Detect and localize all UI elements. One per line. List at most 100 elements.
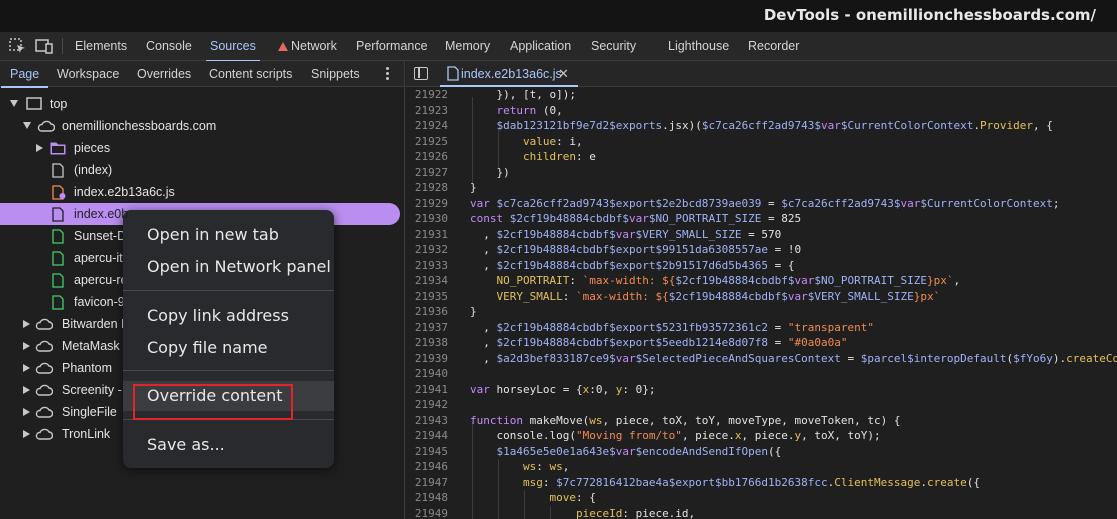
tab-lighthouse[interactable]: Lighthouse [668, 32, 729, 61]
code-text: move: { [549, 491, 596, 504]
code-line: 21924 $dab123121bf9e7d2$exports.jsx)($c7… [406, 118, 1117, 134]
tab-performance[interactable]: Performance [356, 32, 428, 61]
tree-item-folder[interactable]: pieces [0, 137, 404, 159]
line-number[interactable]: 21945 [406, 444, 448, 460]
js-file-icon [447, 66, 459, 81]
expand-arrow-icon[interactable] [23, 364, 30, 372]
font-file-icon [52, 273, 64, 288]
menu-item-open-new-tab[interactable]: Open in new tab [123, 220, 334, 250]
code-view[interactable]: 21922 }), [t, o]); 21923 return (0, 21924 … [406, 87, 1117, 519]
tree-item-label: SingleFile [62, 405, 117, 419]
line-number[interactable]: 21925 [406, 134, 448, 150]
expand-arrow-icon[interactable] [23, 320, 30, 328]
line-number[interactable]: 21946 [406, 459, 448, 475]
tab-network-label: Network [291, 39, 337, 53]
code-editor-pane: index.e2b13a6c.js ✕ 21922 }), [t, o]); 21… [406, 61, 1117, 519]
line-number[interactable]: 21926 [406, 149, 448, 165]
line-number[interactable]: 21923 [406, 103, 448, 119]
window-titlebar: DevTools - onemillionchessboards.com/ [0, 0, 1117, 32]
js-file-icon [52, 185, 66, 200]
line-number[interactable]: 21944 [406, 428, 448, 444]
menu-item-copy-link-address[interactable]: Copy link address [123, 301, 334, 331]
tab-overrides[interactable]: Overrides [137, 61, 191, 87]
line-number[interactable]: 21922 [406, 87, 448, 103]
tab-security[interactable]: Security [591, 32, 636, 61]
tab-memory[interactable]: Memory [445, 32, 490, 61]
code-text: ws: ws, [522, 460, 570, 473]
expand-arrow-icon[interactable] [23, 408, 30, 416]
cloud-icon [35, 362, 53, 374]
line-number[interactable]: 21947 [406, 475, 448, 491]
line-number[interactable]: 21949 [406, 506, 448, 519]
line-number[interactable]: 21943 [406, 413, 448, 429]
tree-item-label: apercu-it [74, 251, 123, 265]
code-line: 21933 , $2cf19b48884cbdbf$export$2b91517… [406, 258, 1117, 274]
tab-elements[interactable]: Elements [75, 32, 127, 61]
expand-arrow-icon[interactable] [36, 144, 43, 152]
expand-arrow-icon[interactable] [23, 342, 30, 350]
code-line: 21937 , $2cf19b48884cbdbf$export$5231fb9… [406, 320, 1117, 336]
menu-item-open-network-panel[interactable]: Open in Network panel [123, 252, 334, 282]
cloud-icon [35, 340, 53, 352]
line-number[interactable]: 21938 [406, 335, 448, 351]
line-number[interactable]: 21924 [406, 118, 448, 134]
line-number[interactable]: 21940 [406, 366, 448, 382]
toggle-navigator-icon[interactable] [414, 67, 428, 80]
line-number[interactable]: 21941 [406, 382, 448, 398]
code-text: $1a465e5e0e1a643e$var$encodeAndSendIfOpe… [496, 444, 782, 458]
code-line: 21931 , $2cf19b48884cbdbf$var$VERY_SMALL… [406, 227, 1117, 243]
line-number[interactable]: 21928 [406, 180, 448, 196]
tab-console[interactable]: Console [146, 32, 192, 61]
device-toolbar-icon[interactable] [35, 38, 53, 54]
tab-application[interactable]: Application [510, 32, 571, 61]
menu-item-copy-file-name[interactable]: Copy file name [123, 333, 334, 363]
tree-item-file[interactable]: index.e2b13a6c.js [0, 181, 404, 203]
line-number[interactable]: 21935 [406, 289, 448, 305]
tab-content-scripts[interactable]: Content scripts [209, 61, 292, 87]
menu-item-save-as[interactable]: Save as... [123, 430, 334, 460]
tree-item-domain[interactable]: onemillionchessboards.com [0, 115, 404, 137]
line-number[interactable]: 21930 [406, 211, 448, 227]
editor-tab-active[interactable]: index.e2b13a6c.js ✕ [440, 61, 578, 87]
expand-arrow-icon[interactable] [10, 100, 18, 107]
tab-network[interactable]: Network [278, 32, 337, 61]
line-number[interactable]: 21937 [406, 320, 448, 336]
line-number[interactable]: 21934 [406, 273, 448, 289]
code-line: 21943 function makeMove(ws, piece, toX, t… [406, 413, 1117, 429]
code-text: const $2cf19b48884cbdbf$var$NO_PORTRAIT_… [470, 212, 802, 225]
code-line: 21944 console.log("Moving from/to", piec… [406, 428, 1117, 444]
line-number[interactable]: 21927 [406, 165, 448, 181]
toolbar-divider [62, 38, 63, 54]
tab-recorder[interactable]: Recorder [748, 32, 799, 61]
expand-arrow-icon[interactable] [23, 430, 30, 438]
code-text: var $c7ca26cff2ad9743$export$2e2bcd8739a… [470, 196, 1060, 210]
devtools-main-tabbar: Elements Console Sources Network Perform… [0, 32, 1117, 62]
line-number[interactable]: 21939 [406, 351, 448, 367]
more-options-icon[interactable] [386, 67, 390, 81]
tab-sources[interactable]: Sources [206, 32, 260, 62]
tree-item-top[interactable]: top [0, 93, 404, 115]
close-tab-icon[interactable]: ✕ [558, 61, 569, 86]
tree-item-label: (index) [74, 163, 113, 177]
line-number[interactable]: 21931 [406, 227, 448, 243]
code-line: 21947 msg: $7c772816412bae4a$export$bb17… [406, 475, 1117, 491]
tree-item-file[interactable]: (index) [0, 159, 404, 181]
folder-icon [50, 142, 66, 155]
line-number[interactable]: 21948 [406, 490, 448, 506]
line-number[interactable]: 21942 [406, 397, 448, 413]
tab-snippets[interactable]: Snippets [311, 61, 360, 87]
line-number[interactable]: 21936 [406, 304, 448, 320]
tab-workspace[interactable]: Workspace [57, 61, 119, 87]
line-number[interactable]: 21932 [406, 242, 448, 258]
annotation-highlight-box [133, 384, 293, 420]
inspect-element-icon[interactable] [9, 38, 27, 54]
line-number[interactable]: 21933 [406, 258, 448, 274]
code-line: 21934 NO_PORTRAIT: `max-width: ${$2cf19b… [406, 273, 1117, 289]
expand-arrow-icon[interactable] [23, 386, 30, 394]
line-number[interactable]: 21929 [406, 196, 448, 212]
code-line: 21946 ws: ws, [406, 459, 1117, 475]
code-line: 21932 , $2cf19b48884cbdbf$export$99151da… [406, 242, 1117, 258]
editor-tab-label: index.e2b13a6c.js [461, 67, 562, 81]
expand-arrow-icon[interactable] [23, 122, 31, 129]
tab-page[interactable]: Page [0, 61, 49, 88]
